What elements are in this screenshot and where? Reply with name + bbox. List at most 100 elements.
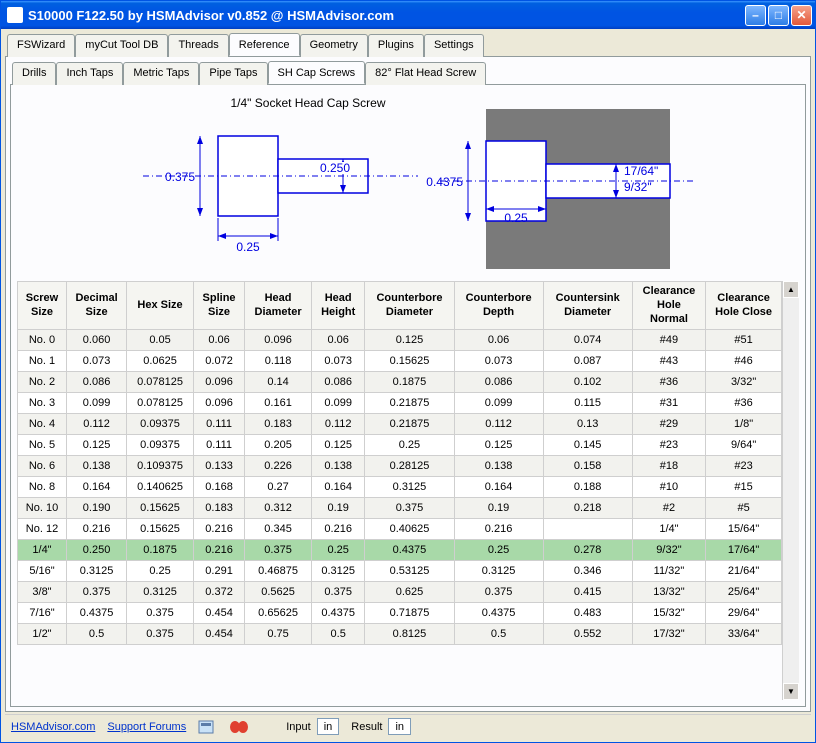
table-row[interactable]: No. 40.1120.093750.1110.1830.1120.218750…	[18, 414, 782, 435]
table-row[interactable]: No. 00.0600.050.060.0960.060.1250.060.07…	[18, 330, 782, 351]
svg-text:17/64": 17/64"	[624, 164, 658, 178]
app-icon	[7, 7, 23, 23]
sub-tabstrip: DrillsInch TapsMetric TapsPipe TapsSH Ca…	[10, 61, 806, 85]
table-cell: 17/32"	[632, 624, 706, 645]
table-cell: 0.164	[67, 477, 127, 498]
table-cell: 0.375	[67, 582, 127, 603]
table-cell: 1/8"	[706, 414, 782, 435]
scroll-up-button[interactable]: ▲	[783, 281, 799, 298]
maximize-button[interactable]: □	[768, 5, 789, 26]
table-cell: #23	[706, 456, 782, 477]
col-header[interactable]: Clearance Hole Close	[706, 282, 782, 330]
table-cell: 0.0625	[127, 351, 194, 372]
table-row[interactable]: No. 20.0860.0781250.0960.140.0860.18750.…	[18, 372, 782, 393]
result-unit-box[interactable]: in	[388, 718, 411, 735]
main-tab-reference[interactable]: Reference	[229, 33, 300, 56]
vertical-scrollbar[interactable]: ▲ ▼	[782, 281, 799, 700]
table-row[interactable]: No. 100.1900.156250.1830.3120.190.3750.1…	[18, 498, 782, 519]
sub-tab-inch-taps[interactable]: Inch Taps	[56, 62, 123, 85]
col-header[interactable]: Decimal Size	[67, 282, 127, 330]
table-cell: 0.218	[543, 498, 632, 519]
col-header[interactable]: Countersink Diameter	[543, 282, 632, 330]
table-cell: 0.205	[245, 435, 312, 456]
table-row[interactable]: 1/2"0.50.3750.4540.750.50.81250.50.55217…	[18, 624, 782, 645]
table-cell: 0.086	[454, 372, 543, 393]
status-icon-1[interactable]	[198, 720, 216, 734]
table-cell: 0.158	[543, 456, 632, 477]
table-cell: 0.1875	[365, 372, 454, 393]
scroll-down-button[interactable]: ▼	[783, 683, 799, 700]
table-cell: 0.15625	[127, 498, 194, 519]
link-hsmadvisor[interactable]: HSMAdvisor.com	[11, 721, 95, 733]
table-cell: No. 6	[18, 456, 67, 477]
table-cell: #49	[632, 330, 706, 351]
table-cell: 0.086	[311, 372, 364, 393]
main-tab-fswizard[interactable]: FSWizard	[7, 34, 75, 57]
table-row[interactable]: No. 50.1250.093750.1110.2050.1250.250.12…	[18, 435, 782, 456]
minimize-button[interactable]: –	[745, 5, 766, 26]
table-cell: 0.096	[245, 330, 312, 351]
col-header[interactable]: Head Height	[311, 282, 364, 330]
svg-text:0.250: 0.250	[320, 161, 350, 175]
app-window: S10000 F122.50 by HSMAdvisor v0.852 @ HS…	[0, 0, 816, 743]
table-cell: 0.250	[67, 540, 127, 561]
table-cell: 0.4375	[67, 603, 127, 624]
col-header[interactable]: Hex Size	[127, 282, 194, 330]
table-cell: 0.75	[245, 624, 312, 645]
table-cell: 0.13	[543, 414, 632, 435]
table-cell: 0.454	[193, 624, 244, 645]
close-button[interactable]: ✕	[791, 5, 812, 26]
main-tab-geometry[interactable]: Geometry	[300, 34, 368, 57]
main-tab-mycut-tool-db[interactable]: myCut Tool DB	[75, 34, 168, 57]
main-tab-plugins[interactable]: Plugins	[368, 34, 424, 57]
table-row[interactable]: No. 80.1640.1406250.1680.270.1640.31250.…	[18, 477, 782, 498]
table-row[interactable]: 7/16"0.43750.3750.4540.656250.43750.7187…	[18, 603, 782, 624]
table-cell: 0.216	[67, 519, 127, 540]
table-cell: No. 12	[18, 519, 67, 540]
table-cell: 0.118	[245, 351, 312, 372]
main-tab-settings[interactable]: Settings	[424, 34, 484, 57]
input-unit-box[interactable]: in	[317, 718, 340, 735]
table-cell: 0.8125	[365, 624, 454, 645]
table-cell: 0.375	[365, 498, 454, 519]
table-cell: 1/2"	[18, 624, 67, 645]
table-cell: 0.216	[454, 519, 543, 540]
table-cell: 0.4375	[311, 603, 364, 624]
sub-tab-pipe-taps[interactable]: Pipe Taps	[199, 62, 267, 85]
table-cell: 0.140625	[127, 477, 194, 498]
col-header[interactable]: Screw Size	[18, 282, 67, 330]
main-tab-threads[interactable]: Threads	[168, 34, 228, 57]
table-cell: 1/4"	[632, 519, 706, 540]
titlebar[interactable]: S10000 F122.50 by HSMAdvisor v0.852 @ HS…	[1, 1, 815, 29]
table-cell: #2	[632, 498, 706, 519]
table-row[interactable]: 5/16"0.31250.250.2910.468750.31250.53125…	[18, 561, 782, 582]
table-cell: 0.138	[454, 456, 543, 477]
table-cell	[543, 519, 632, 540]
table-cell: 0.109375	[127, 456, 194, 477]
table-row[interactable]: No. 60.1380.1093750.1330.2260.1380.28125…	[18, 456, 782, 477]
table-row[interactable]: No. 30.0990.0781250.0960.1610.0990.21875…	[18, 393, 782, 414]
col-header[interactable]: Spline Size	[193, 282, 244, 330]
table-row[interactable]: 3/8"0.3750.31250.3720.56250.3750.6250.37…	[18, 582, 782, 603]
table-cell: 0.375	[127, 624, 194, 645]
table-cell: 0.145	[543, 435, 632, 456]
sub-tab-sh-cap-screws[interactable]: SH Cap Screws	[268, 61, 366, 84]
status-icon-2[interactable]	[228, 720, 246, 734]
sub-tab-82-flat-head-screw[interactable]: 82° Flat Head Screw	[365, 62, 486, 85]
col-header[interactable]: Counterbore Diameter	[365, 282, 454, 330]
table-cell: 0.346	[543, 561, 632, 582]
table-row[interactable]: 1/4"0.2500.18750.2160.3750.250.43750.250…	[18, 540, 782, 561]
sub-tab-metric-taps[interactable]: Metric Taps	[123, 62, 199, 85]
col-header[interactable]: Clearance Hole Normal	[632, 282, 706, 330]
col-header[interactable]: Counterbore Depth	[454, 282, 543, 330]
screw-table[interactable]: Screw SizeDecimal SizeHex SizeSpline Siz…	[17, 281, 782, 645]
table-row[interactable]: No. 120.2160.156250.2160.3450.2160.40625…	[18, 519, 782, 540]
table-cell: 0.27	[245, 477, 312, 498]
table-row[interactable]: No. 10.0730.06250.0720.1180.0730.156250.…	[18, 351, 782, 372]
table-cell: 29/64"	[706, 603, 782, 624]
table-cell: 25/64"	[706, 582, 782, 603]
col-header[interactable]: Head Diameter	[245, 282, 312, 330]
sub-tab-drills[interactable]: Drills	[12, 62, 56, 85]
link-support-forums[interactable]: Support Forums	[107, 721, 186, 733]
table-cell: 0.625	[365, 582, 454, 603]
